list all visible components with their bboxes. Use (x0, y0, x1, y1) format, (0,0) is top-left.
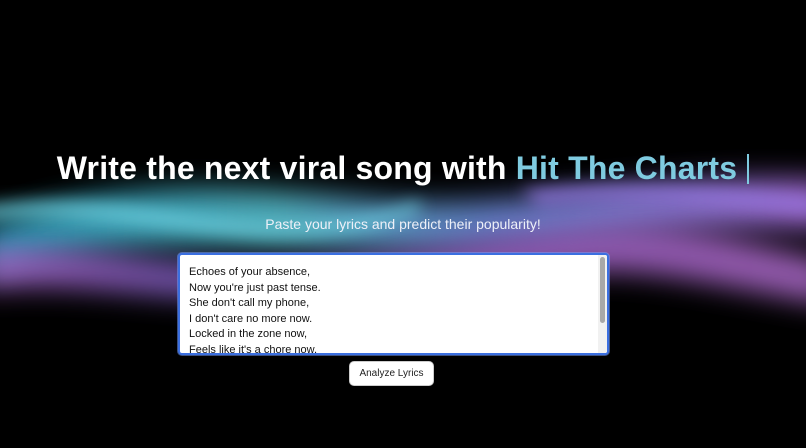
analyze-lyrics-button[interactable]: Analyze Lyrics (349, 361, 434, 386)
lyrics-scrollbar-thumb[interactable] (600, 257, 605, 323)
lyrics-line: Locked in the zone now, (189, 328, 308, 340)
lyrics-line: Now you're just past tense. (189, 281, 321, 294)
lyrics-line: Feels like it's a chore now, (189, 343, 318, 355)
hero-subtitle: Paste your lyrics and predict their popu… (265, 216, 541, 232)
lyrics-scrollbar[interactable] (598, 255, 607, 353)
lyrics-line: I don't care no more now. (189, 312, 313, 325)
lyrics-line: Echoes of your absence, (189, 266, 311, 278)
brand-name: Hit The Charts (515, 150, 738, 186)
typing-cursor (747, 154, 750, 184)
hero-headline: Write the next viral song with Hit The C… (0, 149, 806, 187)
headline-prefix: Write the next viral song with (56, 150, 516, 186)
lyrics-text[interactable]: Echoes of your absence, Now you're just … (189, 265, 594, 355)
lyrics-textarea[interactable]: Echoes of your absence, Now you're just … (178, 253, 609, 355)
lyrics-line: She don't call my phone, (189, 297, 310, 309)
